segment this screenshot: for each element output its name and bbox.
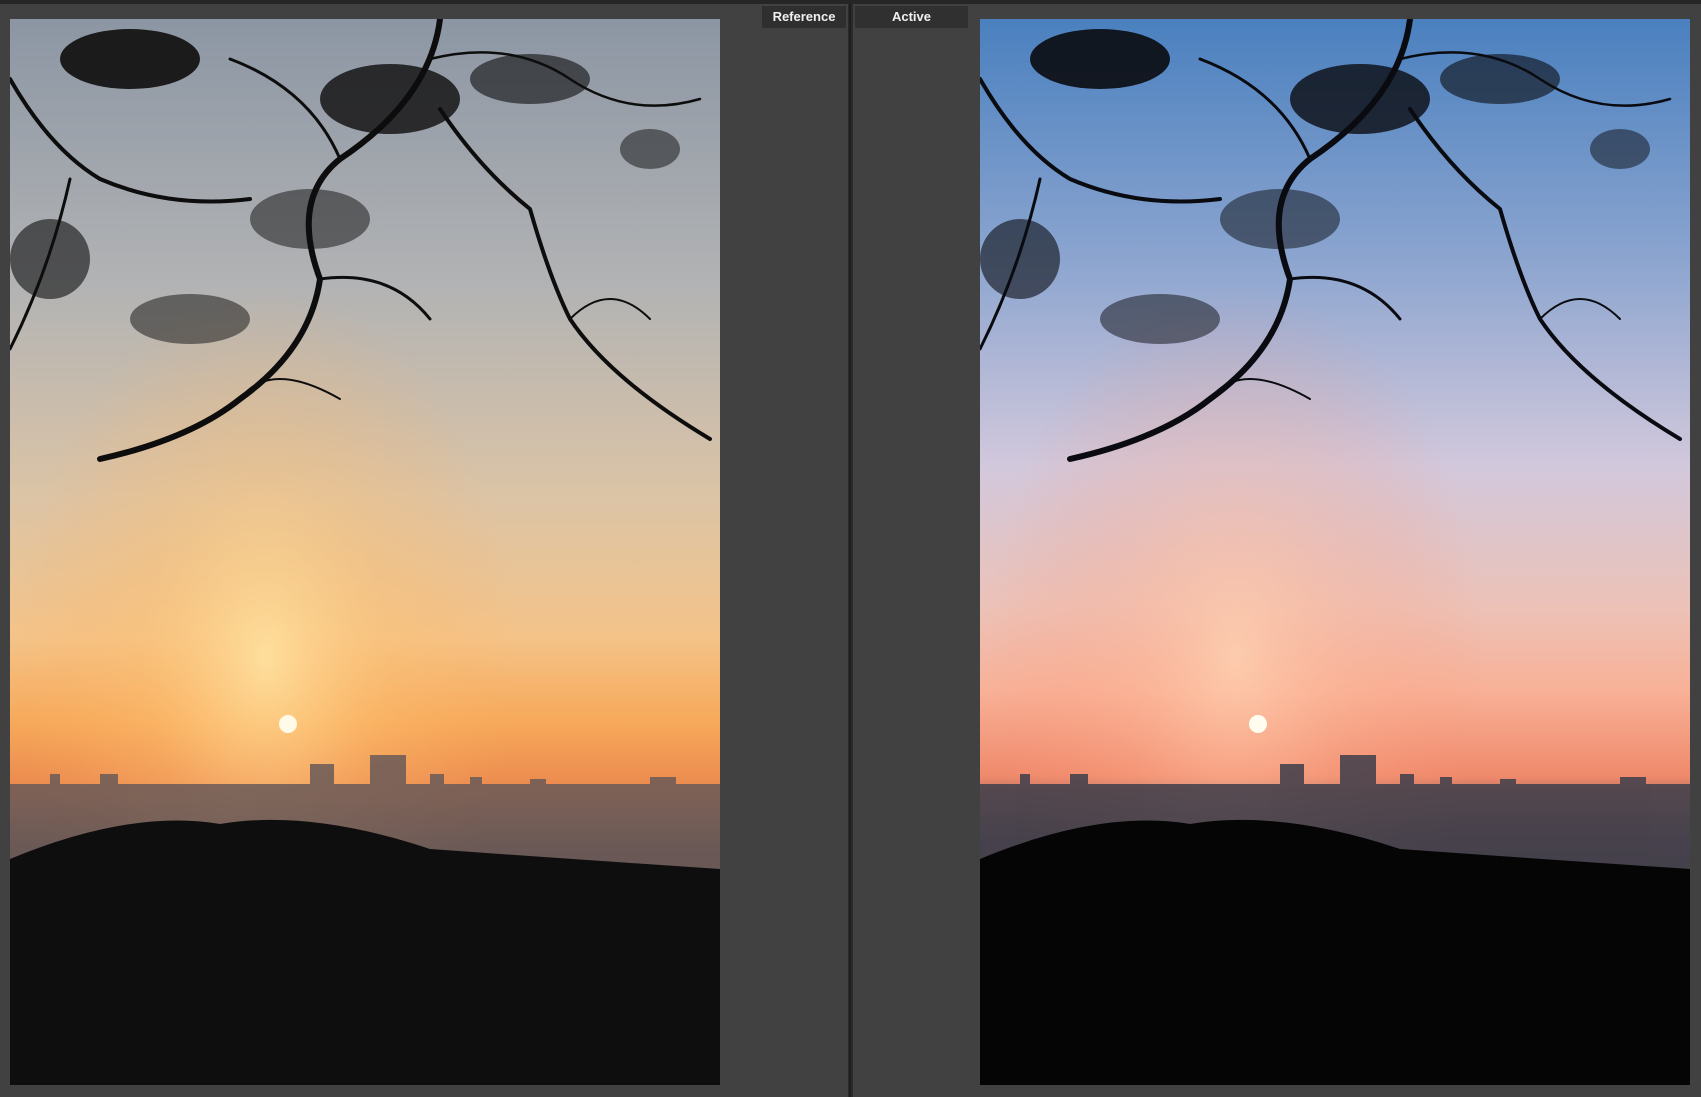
active-image <box>980 19 1690 1085</box>
reference-label: Reference <box>762 6 846 28</box>
active-pane: Active <box>853 4 1701 1097</box>
divider-line <box>849 4 851 1097</box>
sun <box>279 715 297 733</box>
reference-pane: Reference <box>0 4 848 1097</box>
sun <box>1249 715 1267 733</box>
reference-image <box>10 19 720 1085</box>
reference-photo[interactable] <box>10 19 720 1085</box>
active-photo[interactable] <box>980 19 1690 1085</box>
active-label: Active <box>855 6 968 28</box>
